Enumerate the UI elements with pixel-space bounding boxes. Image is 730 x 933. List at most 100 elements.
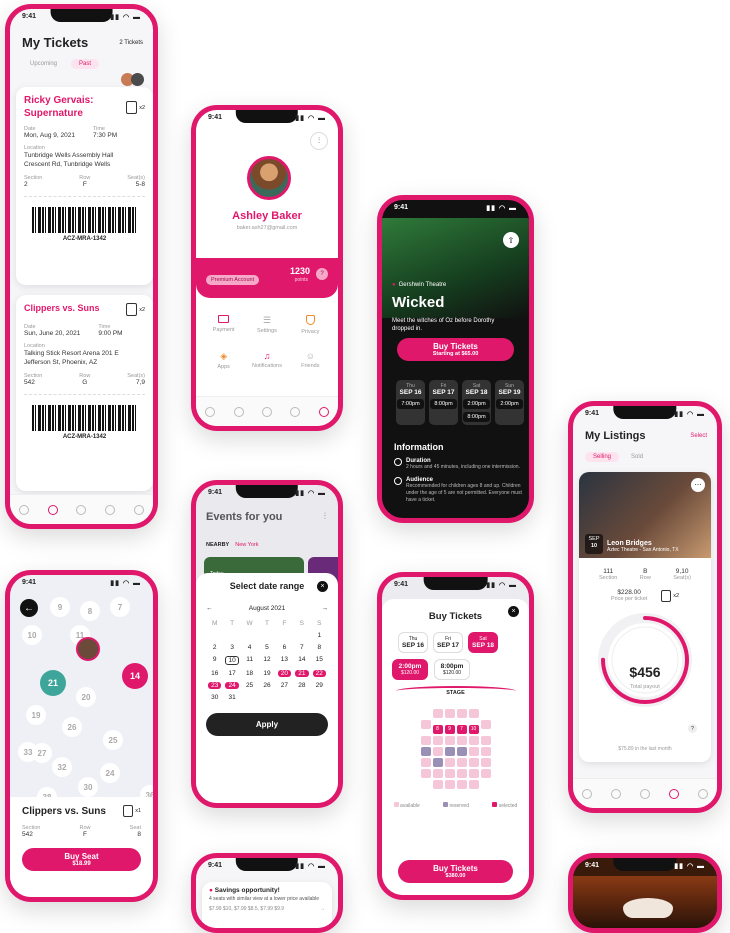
seat[interactable] bbox=[456, 736, 467, 745]
seat[interactable] bbox=[444, 747, 455, 756]
time-option[interactable]: 2:00pm bbox=[496, 399, 523, 409]
calendar-day[interactable]: 11 bbox=[241, 656, 258, 665]
arrow-right-icon[interactable]: → bbox=[320, 906, 325, 912]
seat[interactable] bbox=[432, 709, 443, 718]
settings-toggle-button[interactable]: ⫶ bbox=[310, 132, 328, 150]
seat-map[interactable]: 987101121142019262527333238303624 bbox=[10, 575, 153, 807]
date-option[interactable]: Sat SEP 18 bbox=[468, 632, 498, 653]
calendar-day[interactable]: 23 bbox=[208, 682, 222, 689]
tickets-icon[interactable] bbox=[47, 504, 58, 515]
dollar-icon[interactable] bbox=[668, 788, 679, 799]
menu-apps[interactable]: ◈ Apps bbox=[202, 351, 245, 370]
seat-marker[interactable]: 9 bbox=[50, 597, 70, 617]
seat[interactable] bbox=[444, 780, 455, 789]
time-option[interactable]: 7:00pm bbox=[397, 399, 424, 409]
calendar-day[interactable]: 22 bbox=[312, 670, 326, 677]
date-option[interactable]: Thu SEP 16 bbox=[398, 632, 428, 653]
profile-icon[interactable] bbox=[318, 406, 329, 417]
calendar-day[interactable]: 28 bbox=[293, 682, 310, 689]
seat[interactable] bbox=[432, 758, 443, 767]
explore-icon[interactable] bbox=[205, 406, 216, 417]
seat[interactable] bbox=[468, 780, 479, 789]
share-button[interactable]: ⇧ bbox=[503, 232, 519, 248]
help-button[interactable]: ? bbox=[316, 268, 328, 280]
date-option[interactable]: Sat SEP 18 2:00pm 8:00pm bbox=[462, 380, 491, 425]
seat[interactable] bbox=[480, 720, 491, 729]
seat-marker[interactable]: 10 bbox=[22, 625, 42, 645]
buy-tickets-button[interactable]: Buy Tickets $380.00 bbox=[398, 860, 513, 883]
seat[interactable] bbox=[420, 769, 431, 778]
apply-button[interactable]: Apply bbox=[206, 713, 328, 736]
calendar-day[interactable]: 4 bbox=[241, 644, 258, 651]
seat[interactable]: 10 bbox=[468, 725, 479, 734]
seat[interactable] bbox=[468, 769, 479, 778]
tab-past[interactable]: Past bbox=[71, 59, 100, 69]
calendar-day[interactable]: 2 bbox=[206, 644, 223, 651]
seat-marker[interactable]: 32 bbox=[52, 757, 72, 777]
seat[interactable] bbox=[468, 709, 479, 718]
menu-notifications[interactable]: ♫ Notifications bbox=[245, 351, 288, 370]
seat-grid[interactable]: 8 9 7 10 bbox=[401, 708, 511, 790]
seat[interactable] bbox=[468, 736, 479, 745]
seat[interactable] bbox=[456, 780, 467, 789]
seat[interactable] bbox=[456, 747, 467, 756]
seat[interactable] bbox=[480, 747, 491, 756]
date-option[interactable]: Fri SEP 17 8:00pm bbox=[429, 380, 458, 425]
seat-marker[interactable]: 8 bbox=[80, 601, 100, 621]
seat[interactable] bbox=[456, 709, 467, 718]
seat[interactable]: 7 bbox=[456, 725, 467, 734]
calendar-day[interactable]: 8 bbox=[311, 644, 328, 651]
ticket-card[interactable]: Clippers vs. Suns x2 Date Sun, June 20, 2… bbox=[16, 295, 153, 491]
seat[interactable] bbox=[444, 736, 455, 745]
calendar-day[interactable]: 21 bbox=[295, 670, 309, 677]
calendar-day[interactable]: 18 bbox=[241, 670, 258, 677]
savings-card[interactable]: ● Savings opportunity! 4 seats with simi… bbox=[202, 882, 332, 928]
time-option[interactable]: 2:00pm bbox=[463, 399, 490, 409]
seat[interactable] bbox=[420, 736, 431, 745]
menu-settings[interactable]: ☰ Settings bbox=[245, 315, 288, 335]
help-icon[interactable]: ? bbox=[688, 724, 697, 733]
seat-marker[interactable]: 7 bbox=[110, 597, 130, 617]
seat[interactable] bbox=[480, 758, 491, 767]
calendar-day[interactable]: 15 bbox=[311, 656, 328, 665]
dollar-icon[interactable] bbox=[290, 406, 301, 417]
city-select[interactable]: New York bbox=[235, 542, 258, 548]
seat-marker[interactable]: 20 bbox=[76, 687, 96, 707]
calendar-day[interactable]: 26 bbox=[258, 682, 275, 689]
seat[interactable]: 9 bbox=[444, 725, 455, 734]
date-option[interactable]: Fri SEP 17 bbox=[433, 632, 463, 653]
calendar-day[interactable]: 17 bbox=[223, 670, 240, 677]
seat[interactable] bbox=[468, 747, 479, 756]
calendar-day[interactable]: 6 bbox=[276, 644, 293, 651]
menu-payment[interactable]: Payment bbox=[202, 315, 245, 335]
menu-privacy[interactable]: Privacy bbox=[289, 315, 332, 335]
tickets-icon[interactable] bbox=[233, 406, 244, 417]
seat[interactable] bbox=[432, 736, 443, 745]
date-option[interactable]: Sun SEP 19 2:00pm bbox=[495, 380, 524, 425]
buy-seat-button[interactable]: Buy Seat $18.99 bbox=[22, 848, 141, 871]
seat[interactable] bbox=[420, 758, 431, 767]
ticket-card[interactable]: Ricky Gervais: Supernature x2 Date Mon, A… bbox=[16, 87, 153, 285]
search-icon[interactable] bbox=[261, 406, 272, 417]
tickets-icon[interactable] bbox=[611, 788, 622, 799]
seat-marker[interactable]: 19 bbox=[26, 705, 46, 725]
calendar-day[interactable]: 7 bbox=[293, 644, 310, 651]
calendar-day[interactable]: 30 bbox=[206, 694, 223, 701]
filter-icon[interactable]: ⫶ bbox=[324, 511, 326, 522]
calendar-day[interactable]: 9 bbox=[206, 656, 223, 665]
seat-marker[interactable]: 26 bbox=[62, 717, 82, 737]
tab-upcoming[interactable]: Upcoming bbox=[22, 59, 65, 69]
calendar-day[interactable]: 3 bbox=[223, 644, 240, 651]
seat[interactable] bbox=[432, 747, 443, 756]
dollar-icon[interactable] bbox=[105, 504, 116, 515]
seat[interactable] bbox=[420, 720, 431, 729]
calendar-day[interactable]: 1 bbox=[311, 632, 328, 639]
prev-month-icon[interactable]: ← bbox=[206, 605, 213, 612]
seat[interactable] bbox=[456, 758, 467, 767]
time-option[interactable]: 8:00pm bbox=[463, 412, 490, 422]
calendar-day[interactable]: 25 bbox=[241, 682, 258, 689]
select-button[interactable]: Select bbox=[690, 433, 707, 439]
search-icon[interactable] bbox=[639, 788, 650, 799]
calendar-day[interactable]: 20 bbox=[277, 670, 292, 677]
calendar-day[interactable]: 14 bbox=[293, 656, 310, 665]
